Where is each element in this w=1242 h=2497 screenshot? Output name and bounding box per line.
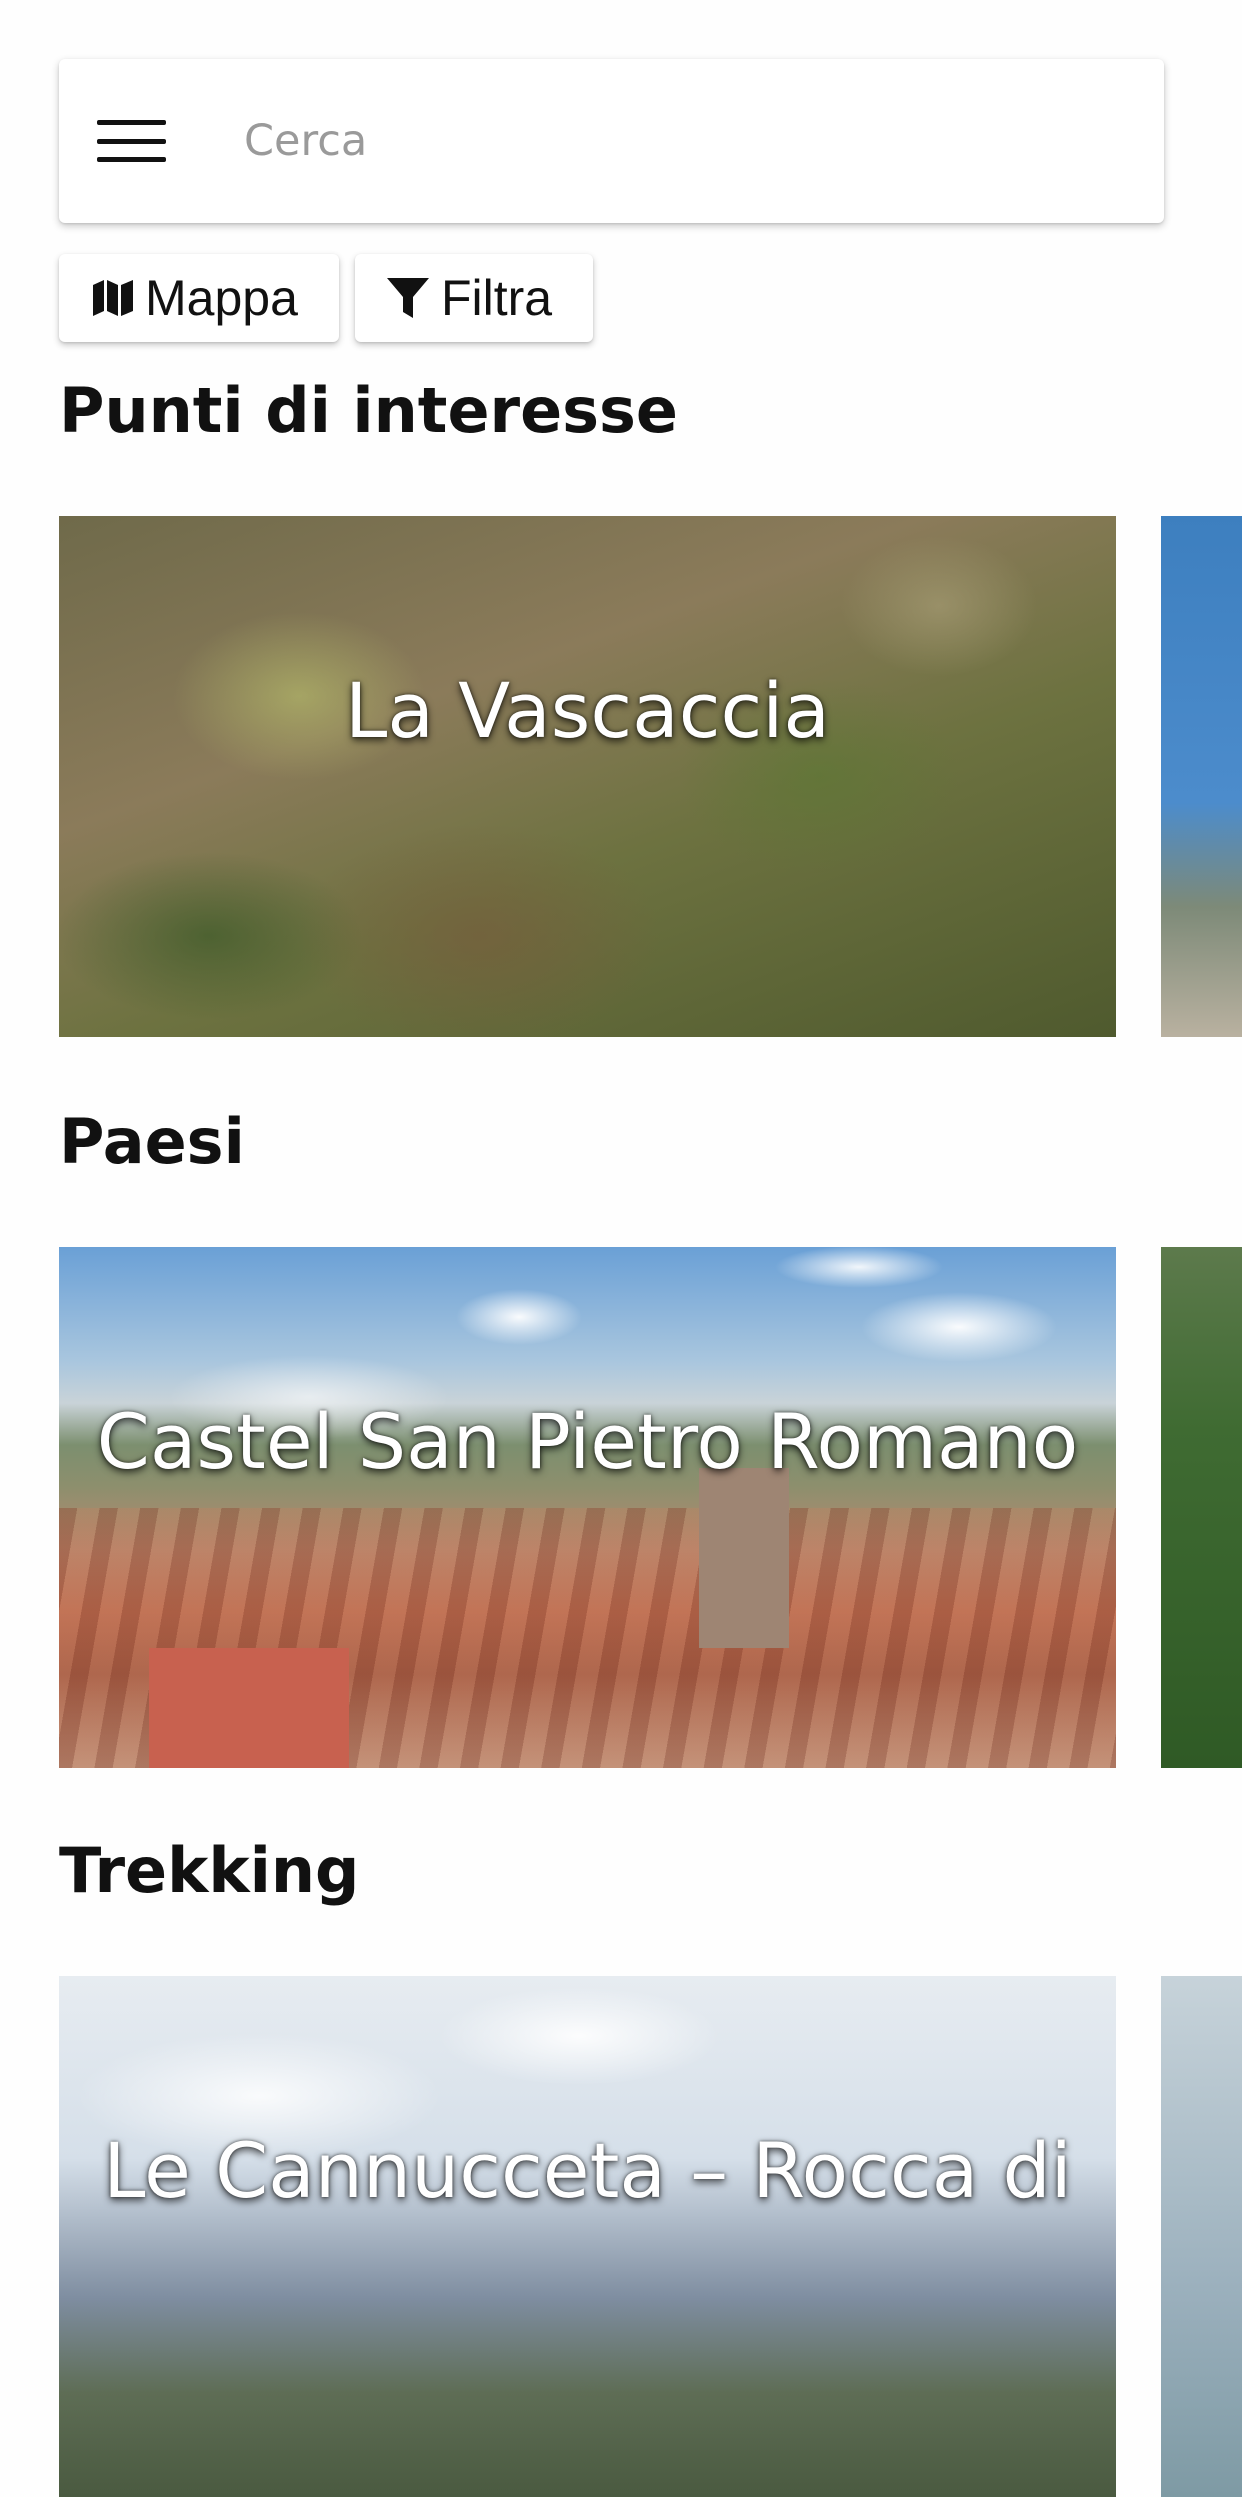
section-title-points-of-interest: Punti di interesse — [59, 374, 678, 447]
card-la-vascaccia[interactable]: La Vascaccia — [59, 516, 1116, 1037]
tower-shape — [699, 1468, 789, 1648]
house-shape — [149, 1648, 349, 1768]
map-icon — [93, 280, 133, 316]
section-title-towns: Paesi — [59, 1105, 245, 1178]
map-button[interactable]: Mappa — [59, 254, 339, 342]
filter-button-label: Filtra — [441, 270, 553, 326]
card-next-peek[interactable] — [1161, 516, 1242, 1037]
card-le-cannucceta[interactable]: Le Cannucceta – Rocca di — [59, 1976, 1116, 2497]
filter-funnel-icon — [387, 278, 429, 318]
card-label: Le Cannucceta – Rocca di — [103, 2126, 1072, 2215]
card-castel-san-pietro-romano[interactable]: Castel San Pietro Romano — [59, 1247, 1116, 1768]
hamburger-menu-icon[interactable] — [97, 120, 166, 162]
section-title-trekking: Trekking — [59, 1834, 360, 1907]
filter-button[interactable]: Filtra — [355, 254, 593, 342]
card-label: Castel San Pietro Romano — [96, 1397, 1079, 1486]
card-next-peek[interactable] — [1161, 1976, 1242, 2497]
map-button-label: Mappa — [145, 270, 298, 326]
search-input[interactable] — [242, 58, 1164, 224]
card-next-peek[interactable] — [1161, 1247, 1242, 1768]
search-bar — [59, 58, 1164, 224]
card-label: La Vascaccia — [345, 666, 830, 755]
